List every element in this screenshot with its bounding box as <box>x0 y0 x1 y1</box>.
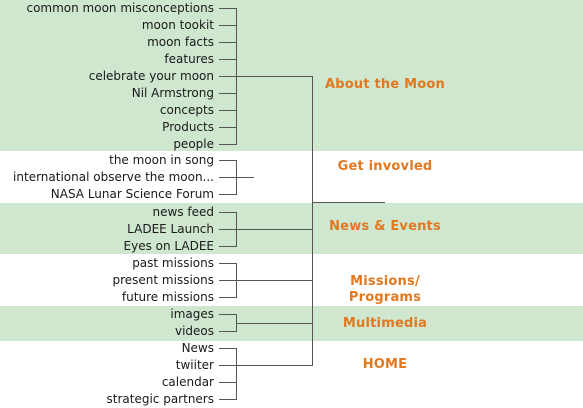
leaf-news[interactable]: News <box>182 341 214 355</box>
category-get-involved[interactable]: Get invovled <box>313 159 457 175</box>
leaf-ladee-launch[interactable]: LADEE Launch <box>127 222 214 236</box>
leaf-celebrate-your-moon[interactable]: celebrate your moon <box>89 69 214 83</box>
leaf-news-feed[interactable]: news feed <box>153 205 214 219</box>
leaf-videos[interactable]: videos <box>175 324 214 338</box>
leaf-concepts[interactable]: concepts <box>160 103 214 117</box>
leaf-strategic-partners[interactable]: strategic partners <box>107 392 214 406</box>
leaf-present-missions[interactable]: present missions <box>113 273 215 287</box>
leaf-moon-tookit[interactable]: moon tookit <box>142 18 214 32</box>
category-home[interactable]: HOME <box>313 357 457 373</box>
leaf-moon-facts[interactable]: moon facts <box>147 35 214 49</box>
category-missions-programs[interactable]: Missions/ Programs <box>313 274 457 306</box>
leaf-eyes-on-ladee[interactable]: Eyes on LADEE <box>124 239 214 253</box>
leaf-common-moon-misconceptions[interactable]: common moon misconceptions <box>26 1 214 15</box>
leaf-images[interactable]: images <box>170 307 214 321</box>
leaf-past-missions[interactable]: past missions <box>132 256 214 270</box>
leaf-twiiter[interactable]: twiiter <box>176 358 214 372</box>
leaf-nil-armstrong[interactable]: Nil Armstrong <box>132 86 214 100</box>
leaf-products[interactable]: Products <box>162 120 214 134</box>
leaf-features[interactable]: features <box>164 52 214 66</box>
leaf-international-observe-the-moon[interactable]: international observe the moon... <box>13 170 214 184</box>
leaf-calendar[interactable]: calendar <box>162 375 214 389</box>
category-multimedia[interactable]: Multimedia <box>313 316 457 332</box>
category-about-the-moon[interactable]: About the Moon <box>313 77 457 93</box>
connector-lines <box>219 8 385 400</box>
leaf-future-missions[interactable]: future missions <box>122 290 214 304</box>
leaf-the-moon-in-song[interactable]: the moon in song <box>109 153 214 167</box>
category-news-events[interactable]: News & Events <box>313 219 457 235</box>
leaf-people[interactable]: people <box>173 137 214 151</box>
leaf-nasa-lunar-science-forum[interactable]: NASA Lunar Science Forum <box>51 187 214 201</box>
